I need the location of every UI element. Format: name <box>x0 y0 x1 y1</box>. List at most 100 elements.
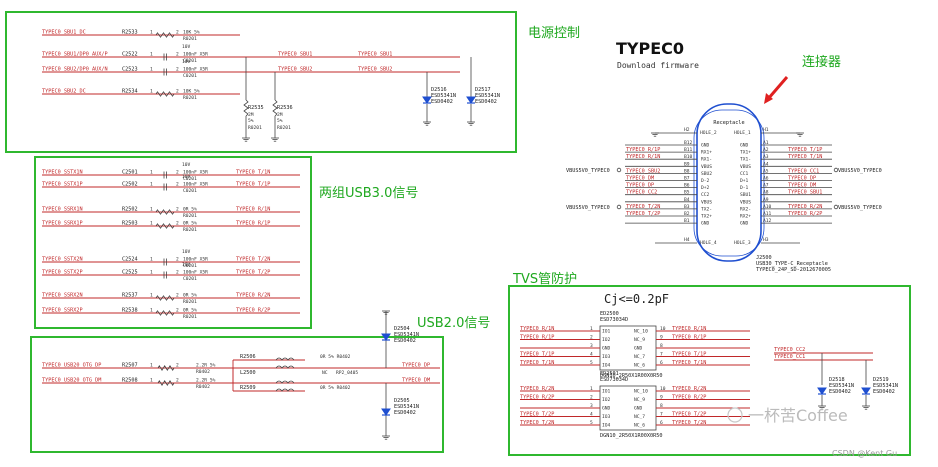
usb3-voltage: 10V <box>182 262 191 268</box>
connector-net: TYPEC0_CC1 <box>788 168 819 174</box>
pulldown-tolerance: 5% <box>277 118 283 124</box>
pulldown-package: R0201 <box>277 125 291 131</box>
tvs-pin-number: 6 <box>660 360 663 366</box>
tvs-pin-name: GND <box>602 346 611 352</box>
usb2-resistor <box>157 365 175 371</box>
esd-package: ESD0402 <box>829 389 851 395</box>
pin-number: 2 <box>176 363 179 369</box>
tvs-pin-number: 4 <box>590 352 593 358</box>
connector-net: TYPEC0_DM <box>788 183 816 189</box>
tvs-pin-number: 3 <box>590 343 593 349</box>
schematic-subtitle: Download firmware <box>617 61 699 70</box>
esd-package: ESD0402 <box>394 338 416 344</box>
tvs-net-left: TYPEC0_T/2N <box>520 420 554 426</box>
tvs-pin-name: IO3 <box>602 414 611 420</box>
usb3-package: R0201 <box>183 299 197 305</box>
usb3-ref: C2524 <box>122 257 138 263</box>
connector-top-pin: HOLE_1 <box>734 130 751 136</box>
connector-net: TYPEC0_R/2N <box>788 204 822 210</box>
tvs-pin-name: NC_9 <box>634 337 645 343</box>
usb2-section-box <box>30 336 444 453</box>
section-label-usb2: USB2.0信号 <box>417 316 490 331</box>
power-resistor <box>155 32 175 38</box>
tvs-pin-name: NC_7 <box>634 354 645 360</box>
usb3-package: R0201 <box>183 227 197 233</box>
connector-bottom-pin: H4 <box>684 237 690 243</box>
tvs-pin-name: NC_6 <box>634 423 645 429</box>
tvs-pin-number: 5 <box>590 420 593 426</box>
usb3-ref: C2502 <box>122 182 138 188</box>
connector-net: TYPEC0_T/2N <box>626 204 660 210</box>
usb3-value: 100nF X5R <box>183 182 208 188</box>
power-net-out: TYPEC0_SBU2 <box>278 67 312 73</box>
usb2-package: R0402 <box>196 369 210 375</box>
connector-pin-number: B4 <box>684 197 690 203</box>
connector-pin-number: A10 <box>763 204 772 210</box>
pin-number: 2 <box>176 221 179 227</box>
esd-diode-symbol <box>381 408 391 416</box>
pulldown-value: 2M <box>248 112 254 118</box>
usb3-package: C0201 <box>183 188 197 194</box>
connector-pin-name: GND <box>701 143 710 149</box>
pin-number: 1 <box>150 182 153 188</box>
usb3-net-out: TYPEC0_R/2P <box>236 308 270 314</box>
connector-pin-number: B6 <box>684 183 690 189</box>
esd-diode-symbol <box>861 387 871 395</box>
connector-pin-name: VBUS <box>740 199 751 205</box>
pin-number: 1 <box>150 270 153 276</box>
usb3-net-out: TYPEC0_T/1P <box>236 182 270 188</box>
usb3-package: R0201 <box>183 314 197 320</box>
tvs-pin-name: IO3 <box>602 354 611 360</box>
connector-net: TYPEC0_R/2P <box>788 211 822 217</box>
tvs-pin-name: GND <box>634 406 643 412</box>
connector-pin-number: A9 <box>763 197 769 203</box>
pin-number: 1 <box>150 308 153 314</box>
usb2-inductor-ref: L2500 <box>240 370 256 376</box>
usb3-resistor <box>155 223 175 229</box>
usb2-value: 2.2R 5% <box>196 378 216 384</box>
usb2-inductor-package: RP2_0405 <box>336 370 358 376</box>
connector-pin-name: D-2 <box>701 178 710 184</box>
tvs-pin-number: 10 <box>660 326 666 332</box>
connector-pin-name: SBU1 <box>740 192 751 198</box>
power-net-out: TYPEC0_SBU1 <box>358 52 392 58</box>
connector-bottom-pin: H3 <box>763 237 769 243</box>
tvs-pin-name: IO1 <box>602 329 611 335</box>
esd-package: ESD0402 <box>873 389 895 395</box>
usb2-ref: R2507 <box>122 363 138 369</box>
power-net-out: TYPEC0_SBU2 <box>358 67 392 73</box>
connector-top-pin: H1 <box>763 127 769 133</box>
connector-package: TYPEC0_24P_SD-2012670005 <box>756 267 831 273</box>
connector-pin-number: A7 <box>763 183 769 189</box>
tvs-section-box <box>508 285 911 456</box>
connector-net: TYPEC0_T/1N <box>788 154 822 160</box>
section-label-connector: 连接器 <box>802 54 841 70</box>
connector-net: TYPEC0_T/1P <box>788 147 822 153</box>
connector-net: TYPEC0_R/1N <box>626 154 660 160</box>
tvs-pin-number: 9 <box>660 335 663 341</box>
pin-number: 2 <box>176 52 179 58</box>
usb2-ref: R2509 <box>240 385 256 391</box>
usb3-ref: R2537 <box>122 293 138 299</box>
tvs-pin-number: 2 <box>590 335 593 341</box>
usb3-ref: R2502 <box>122 207 138 213</box>
tvs-net-left: TYPEC0_R/2P <box>520 395 554 401</box>
connector-pin-name: VBUS <box>701 164 712 170</box>
tvs-pin-number: 7 <box>660 412 663 418</box>
usb2-package: R0402 <box>196 384 210 390</box>
usb3-ref: R2503 <box>122 221 138 227</box>
net-port-marker <box>616 167 622 173</box>
usb3-resistor <box>155 295 175 301</box>
connector-pin-number: A11 <box>763 211 772 217</box>
pin-number: 2 <box>176 293 179 299</box>
connector-pin-name: TX2+ <box>701 214 712 220</box>
tvs-pin-number: 8 <box>660 343 663 349</box>
power-package: R0201 <box>183 36 197 42</box>
vbus-net: VBUS5V0_TYPEC0 <box>566 168 610 174</box>
pin-number: 2 <box>176 257 179 263</box>
connector-pin-name: VBUS <box>740 164 751 170</box>
connector-net: TYPEC0_SBU2 <box>626 168 660 174</box>
usb3-value: 0R 5% <box>183 293 197 299</box>
tvs-net-right: TYPEC0_T/1P <box>672 352 706 358</box>
usb3-ref: R2538 <box>122 308 138 314</box>
